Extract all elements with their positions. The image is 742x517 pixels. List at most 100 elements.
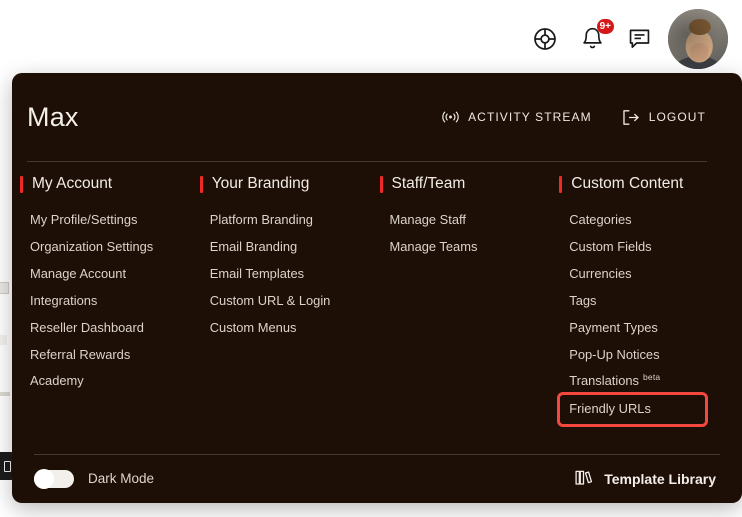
menu-column-custom-content: Custom Content Categories Custom Fields Cur…	[557, 175, 742, 428]
menu-item-label: Manage Staff	[389, 212, 466, 227]
menu-column-title-label: Your Branding	[211, 175, 310, 192]
menu-item-row: Pop-Up Notices	[562, 342, 742, 369]
menu-item-custom-fields[interactable]: Custom Fields	[560, 234, 657, 261]
menu-item-row: Platform Branding	[203, 207, 383, 234]
menu-item-organization-settings[interactable]: Organization Settings	[21, 234, 159, 261]
user-name: Max	[27, 101, 79, 132]
menu-column-title-label: Staff/Team	[391, 175, 466, 192]
menu-item-label: Translations	[569, 373, 639, 389]
menu-item-label: Custom Fields	[569, 238, 652, 254]
menu-item-beta-badge: beta	[642, 372, 661, 383]
menu-item-label: Custom Menus	[209, 319, 297, 335]
column-accent-bar	[199, 175, 203, 193]
menu-item-row: Manage Teams	[383, 234, 563, 261]
column-accent-bar	[559, 175, 563, 193]
menu-item-label: Organization Settings	[30, 238, 154, 254]
menu-column-your-branding: Your Branding Platform Branding Email Bran…	[199, 175, 383, 424]
dark-mode-toggle-control[interactable]: Dark Mode	[34, 468, 154, 489]
menu-item-label: Manage Account	[30, 265, 127, 281]
menu-item-label: Email Branding	[209, 238, 298, 254]
menu-item-label: Friendly URLs	[569, 401, 651, 417]
menu-item-label: Custom URL & Login	[209, 292, 331, 308]
accessibility-widget-icon	[3, 460, 11, 472]
menu-item-manage-account[interactable]: Manage Account	[21, 261, 132, 288]
menu-item-academy[interactable]: Academy	[21, 368, 90, 395]
menu-item-pop-up-notices[interactable]: Pop-Up Notices	[560, 342, 665, 369]
menu-item-row: Custom Fields	[562, 234, 742, 261]
dark-mode-switch[interactable]	[34, 468, 74, 489]
top-bar-icon-group: 9+	[530, 18, 654, 54]
menu-item-row: Tags	[562, 288, 742, 315]
menu-item-row: Academy	[23, 368, 203, 395]
menu-item-row: Categories	[562, 207, 742, 234]
menu-item-referral-rewards[interactable]: Referral Rewards	[21, 342, 136, 369]
notifications-bell-icon[interactable]: 9+	[577, 18, 614, 54]
menu-item-tags[interactable]: Tags	[560, 288, 602, 315]
menu-item-label: Integrations	[30, 292, 98, 308]
menu-item-translations[interactable]: Translations beta	[560, 368, 666, 395]
messages-chat-icon[interactable]	[624, 24, 654, 54]
background-widget-b	[0, 335, 7, 345]
books-library-icon	[574, 468, 593, 490]
top-bar: 9+	[0, 0, 742, 77]
menu-column-staff-team: Staff/Team Manage Staff Manage Teams	[379, 175, 563, 424]
activity-stream-button[interactable]: ACTIVITY STREAM	[442, 110, 592, 124]
menu-item-row: Translations beta	[562, 368, 742, 395]
menu-item-manage-teams[interactable]: Manage Teams	[381, 234, 484, 261]
menu-item-label: Referral Rewards	[30, 346, 131, 362]
panel-header: Max ACTIVITY STREAM LOGOUT	[12, 73, 742, 161]
background-footer-text	[0, 503, 742, 517]
menu-item-row: My Profile/Settings	[23, 207, 203, 234]
logout-button[interactable]: LOGOUT	[622, 109, 706, 126]
menu-item-row: Reseller Dashboard	[23, 315, 203, 342]
menu-item-row: Email Templates	[203, 261, 383, 288]
menu-item-my-profile-settings[interactable]: My Profile/Settings	[21, 207, 143, 234]
menu-item-label: Manage Teams	[389, 238, 478, 254]
menu-item-friendly-urls[interactable]: Friendly URLs	[557, 392, 708, 428]
menu-item-row: Referral Rewards	[23, 342, 203, 369]
dark-mode-switch-knob	[34, 468, 54, 489]
template-library-button[interactable]: Template Library	[574, 468, 716, 490]
menu-item-payment-types[interactable]: Payment Types	[560, 315, 664, 342]
menu-item-label: Pop-Up Notices	[569, 346, 660, 362]
menu-item-email-branding[interactable]: Email Branding	[201, 234, 303, 261]
menu-item-custom-url-login[interactable]: Custom URL & Login	[201, 288, 337, 315]
column-accent-bar	[20, 175, 23, 193]
account-dropdown-panel: Max ACTIVITY STREAM LOGOUT My Account My…	[12, 73, 742, 503]
menu-item-row: Currencies	[562, 261, 742, 288]
avatar[interactable]	[668, 8, 728, 69]
menu-item-integrations[interactable]: Integrations	[21, 288, 103, 315]
logout-icon	[622, 109, 640, 126]
menu-item-row: Manage Staff	[383, 207, 563, 234]
broadcast-icon	[442, 110, 459, 124]
menu-item-label: Tags	[569, 292, 597, 308]
menu-column-title-label: My Account	[32, 175, 113, 192]
logout-label: LOGOUT	[648, 110, 706, 124]
menu-item-manage-staff[interactable]: Manage Staff	[381, 207, 472, 234]
menu-item-custom-menus[interactable]: Custom Menus	[201, 315, 303, 342]
menu-column-title: Staff/Team	[379, 175, 563, 193]
panel-header-actions: ACTIVITY STREAM LOGOUT	[442, 109, 706, 126]
menu-item-currencies[interactable]: Currencies	[560, 261, 637, 288]
menu-item-label: My Profile/Settings	[30, 212, 138, 227]
menu-item-row: Payment Types	[562, 315, 742, 342]
menu-item-label: Currencies	[569, 265, 632, 281]
column-accent-bar	[379, 175, 383, 193]
menu-item-reseller-dashboard[interactable]: Reseller Dashboard	[21, 315, 150, 342]
menu-item-row: Custom URL & Login	[203, 288, 383, 315]
menu-item-categories[interactable]: Categories	[560, 207, 637, 234]
menu-item-label: Academy	[30, 373, 84, 389]
menu-column-list: Categories Custom Fields Currencies Tags Pay…	[557, 207, 742, 428]
help-lifebuoy-icon[interactable]	[530, 24, 560, 54]
menu-item-platform-branding[interactable]: Platform Branding	[201, 207, 319, 234]
notification-badge-count: 9+	[596, 18, 614, 34]
menu-item-row: Integrations	[23, 288, 203, 315]
menu-column-title: Your Branding	[199, 175, 383, 193]
menu-column-list: My Profile/Settings Organization Settings…	[23, 207, 203, 395]
menu-column-title: Custom Content	[559, 175, 742, 193]
menu-item-label: Platform Branding	[209, 212, 313, 227]
avatar-vignette	[668, 8, 728, 69]
menu-item-email-templates[interactable]: Email Templates	[201, 261, 310, 288]
menu-item-row: Organization Settings	[23, 234, 203, 261]
panel-footer: Dark Mode Template Library	[12, 454, 742, 503]
